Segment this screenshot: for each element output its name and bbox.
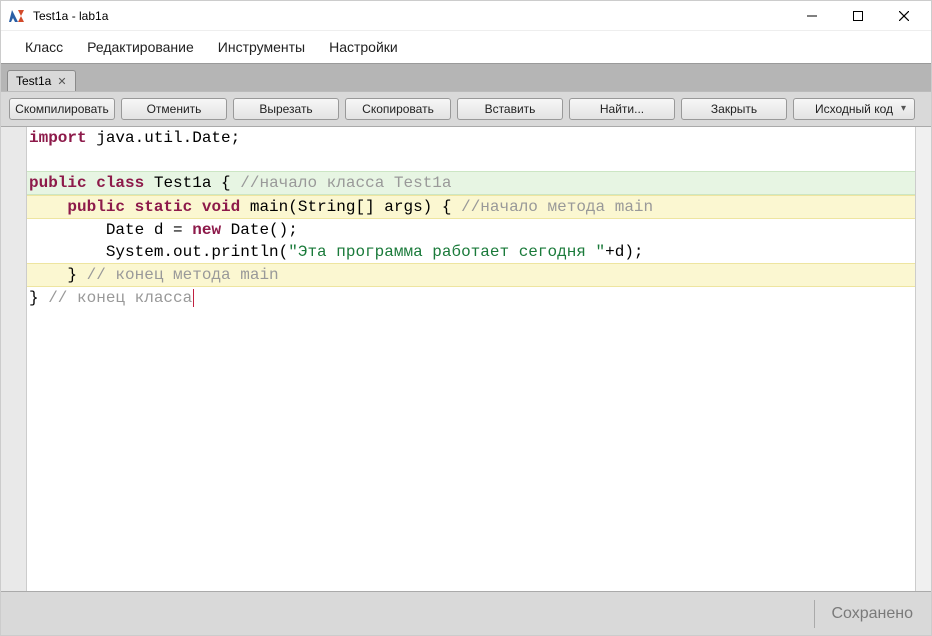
editor-area: import java.util.Date; public class Test…	[1, 127, 931, 591]
tab-label: Test1a	[16, 74, 51, 88]
line-gutter	[1, 127, 27, 591]
menu-settings[interactable]: Настройки	[329, 39, 398, 55]
minimize-icon	[807, 11, 817, 21]
window-title: Test1a - lab1a	[33, 9, 789, 23]
code-token: class	[96, 174, 144, 192]
code-token: }	[67, 266, 86, 284]
tabbar: Test1a ✕	[1, 63, 931, 91]
window-controls	[789, 1, 927, 31]
code-token: Test1a	[154, 174, 212, 192]
close-button[interactable]: Закрыть	[681, 98, 787, 120]
status-divider	[814, 600, 815, 628]
code-comment: // конец класса	[48, 289, 192, 307]
menubar: Класс Редактирование Инструменты Настрой…	[1, 31, 931, 63]
tab-test1a[interactable]: Test1a ✕	[7, 70, 76, 91]
code-token: {	[211, 174, 240, 192]
code-indent	[29, 266, 67, 284]
code-token: +d);	[605, 243, 643, 261]
status-saved: Сохранено	[831, 605, 913, 623]
code-comment: // конец метода main	[87, 266, 279, 284]
toolbar: Скомпилировать Отменить Вырезать Скопиро…	[1, 91, 931, 127]
titlebar: Test1a - lab1a	[1, 1, 931, 31]
compile-button[interactable]: Скомпилировать	[9, 98, 115, 120]
minimize-button[interactable]	[789, 1, 835, 31]
code-string: "Эта программа работает сегодня "	[288, 243, 605, 261]
code-indent	[29, 243, 106, 261]
close-icon	[899, 11, 909, 21]
menu-edit[interactable]: Редактирование	[87, 39, 194, 55]
menu-tools[interactable]: Инструменты	[218, 39, 305, 55]
code-token: main(String[] args) {	[240, 198, 461, 216]
code-token: new	[192, 221, 221, 239]
copy-button[interactable]: Скопировать	[345, 98, 451, 120]
code-comment: //начало класса Test1a	[240, 174, 451, 192]
maximize-button[interactable]	[835, 1, 881, 31]
source-view-dropdown[interactable]: Исходный код	[793, 98, 915, 120]
code-token: java.util.Date;	[87, 129, 241, 147]
code-token: import	[29, 129, 87, 147]
code-token: void	[202, 198, 240, 216]
menu-class[interactable]: Класс	[25, 39, 63, 55]
app-icon	[9, 8, 25, 24]
tab-close-icon[interactable]: ✕	[57, 75, 66, 88]
cut-button[interactable]: Вырезать	[233, 98, 339, 120]
code-token: System.out.println(	[106, 243, 288, 261]
paste-button[interactable]: Вставить	[457, 98, 563, 120]
code-token: }	[29, 289, 48, 307]
statusbar: Сохранено	[1, 591, 931, 635]
vertical-scrollbar[interactable]	[915, 127, 931, 591]
code-token: Date d =	[106, 221, 192, 239]
code-token: static	[135, 198, 193, 216]
code-indent	[29, 198, 67, 216]
code-token: Date();	[221, 221, 298, 239]
code-token: public	[29, 174, 87, 192]
maximize-icon	[853, 11, 863, 21]
find-button[interactable]: Найти...	[569, 98, 675, 120]
text-cursor	[193, 289, 194, 307]
code-indent	[29, 221, 106, 239]
code-editor[interactable]: import java.util.Date; public class Test…	[27, 127, 915, 591]
code-token: public	[67, 198, 125, 216]
undo-button[interactable]: Отменить	[121, 98, 227, 120]
close-window-button[interactable]	[881, 1, 927, 31]
code-comment: //начало метода main	[461, 198, 653, 216]
